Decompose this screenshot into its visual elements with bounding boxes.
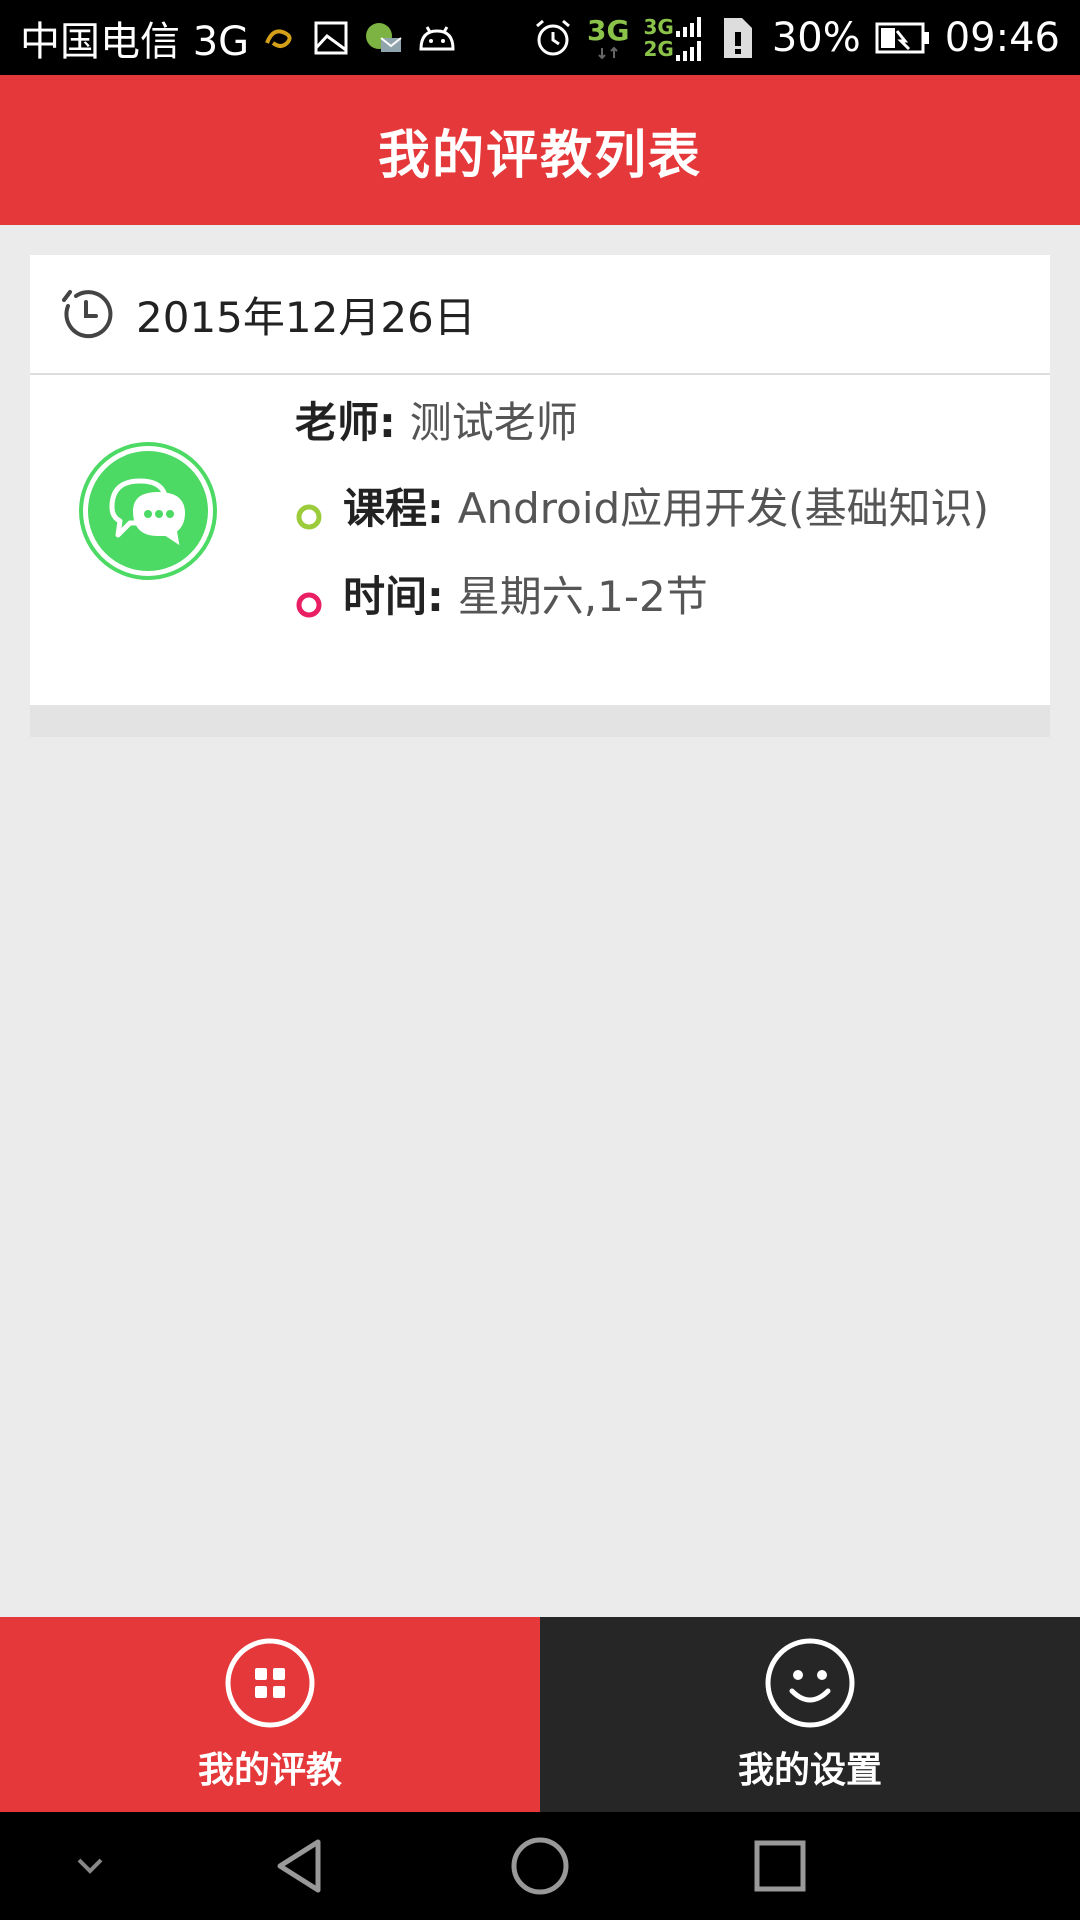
- course-label: 课程:: [343, 484, 444, 533]
- network-3g-label: 3G: [587, 13, 630, 47]
- system-nav-bar: [0, 1812, 1080, 1920]
- course-bullet-icon: [295, 492, 323, 529]
- time-value: 星期六,1-2节: [457, 572, 708, 621]
- time-bullet-icon: [295, 580, 323, 617]
- notification-swirl-icon: [263, 18, 299, 58]
- status-bar: 中国电信 3G 3G 3G 2G 30% 09:46: [0, 0, 1080, 75]
- evaluation-card[interactable]: 2015年12月26日 老师: 测试老师 课程: Android应用开发(基础知…: [30, 255, 1050, 705]
- signal-bottom-label: 2G: [643, 36, 674, 61]
- card-footer-strip: [30, 705, 1050, 737]
- collapse-button[interactable]: [60, 1812, 120, 1920]
- page-title: 我的评教列表: [377, 125, 702, 186]
- chat-avatar-icon: [78, 441, 218, 581]
- card-date-header: 2015年12月26日: [30, 255, 1050, 375]
- app-header: 我的评教列表: [0, 75, 1080, 225]
- back-icon: [270, 1836, 330, 1896]
- home-button[interactable]: [495, 1812, 585, 1920]
- card-body: 老师: 测试老师 课程: Android应用开发(基础知识) 时间: 星期六,1…: [30, 375, 1050, 705]
- chevron-down-icon: [75, 1856, 105, 1876]
- clock-icon: [58, 286, 114, 342]
- teacher-value: 测试老师: [409, 398, 578, 447]
- teacher-row: 老师: 测试老师: [295, 389, 578, 450]
- status-right: 3G 3G 2G 30% 09:46: [533, 0, 1060, 75]
- dual-signal-icon: 3G 2G: [643, 8, 703, 68]
- teacher-label: 老师:: [295, 398, 396, 447]
- carrier-label: 中国电信 3G: [20, 18, 250, 65]
- home-icon: [510, 1836, 570, 1896]
- bottom-tab-bar: 我的评教 我的设置: [0, 1617, 1080, 1812]
- grid-icon: [224, 1637, 316, 1729]
- message-app-icon: [363, 18, 403, 58]
- alarm-icon: [533, 18, 573, 58]
- tab-my-settings-label: 我的设置: [737, 1749, 882, 1791]
- tab-my-evaluations-label: 我的评教: [197, 1749, 342, 1791]
- tab-my-settings[interactable]: 我的设置: [540, 1617, 1080, 1812]
- sim-alert-icon: [718, 17, 758, 58]
- back-button[interactable]: [255, 1812, 345, 1920]
- image-icon: [313, 18, 349, 58]
- clock: 09:46: [944, 14, 1060, 61]
- time-label: 时间:: [343, 572, 444, 621]
- android-icon: [417, 18, 457, 58]
- tab-my-evaluations[interactable]: 我的评教: [0, 1617, 540, 1812]
- course-value: Android应用开发(基础知识): [457, 484, 989, 533]
- time-row: 时间: 星期六,1-2节: [295, 563, 708, 624]
- recents-button[interactable]: [735, 1812, 825, 1920]
- battery-charging-icon: [875, 18, 931, 58]
- evaluation-date: 2015年12月26日: [136, 292, 476, 342]
- network-3g-icon: 3G: [587, 8, 629, 68]
- course-row: 课程: Android应用开发(基础知识): [295, 475, 989, 536]
- signal-top-label: 3G: [643, 14, 674, 39]
- recents-icon: [750, 1836, 810, 1896]
- status-left: 中国电信 3G: [20, 0, 457, 75]
- battery-percent: 30%: [771, 14, 861, 61]
- smiley-icon: [764, 1637, 856, 1729]
